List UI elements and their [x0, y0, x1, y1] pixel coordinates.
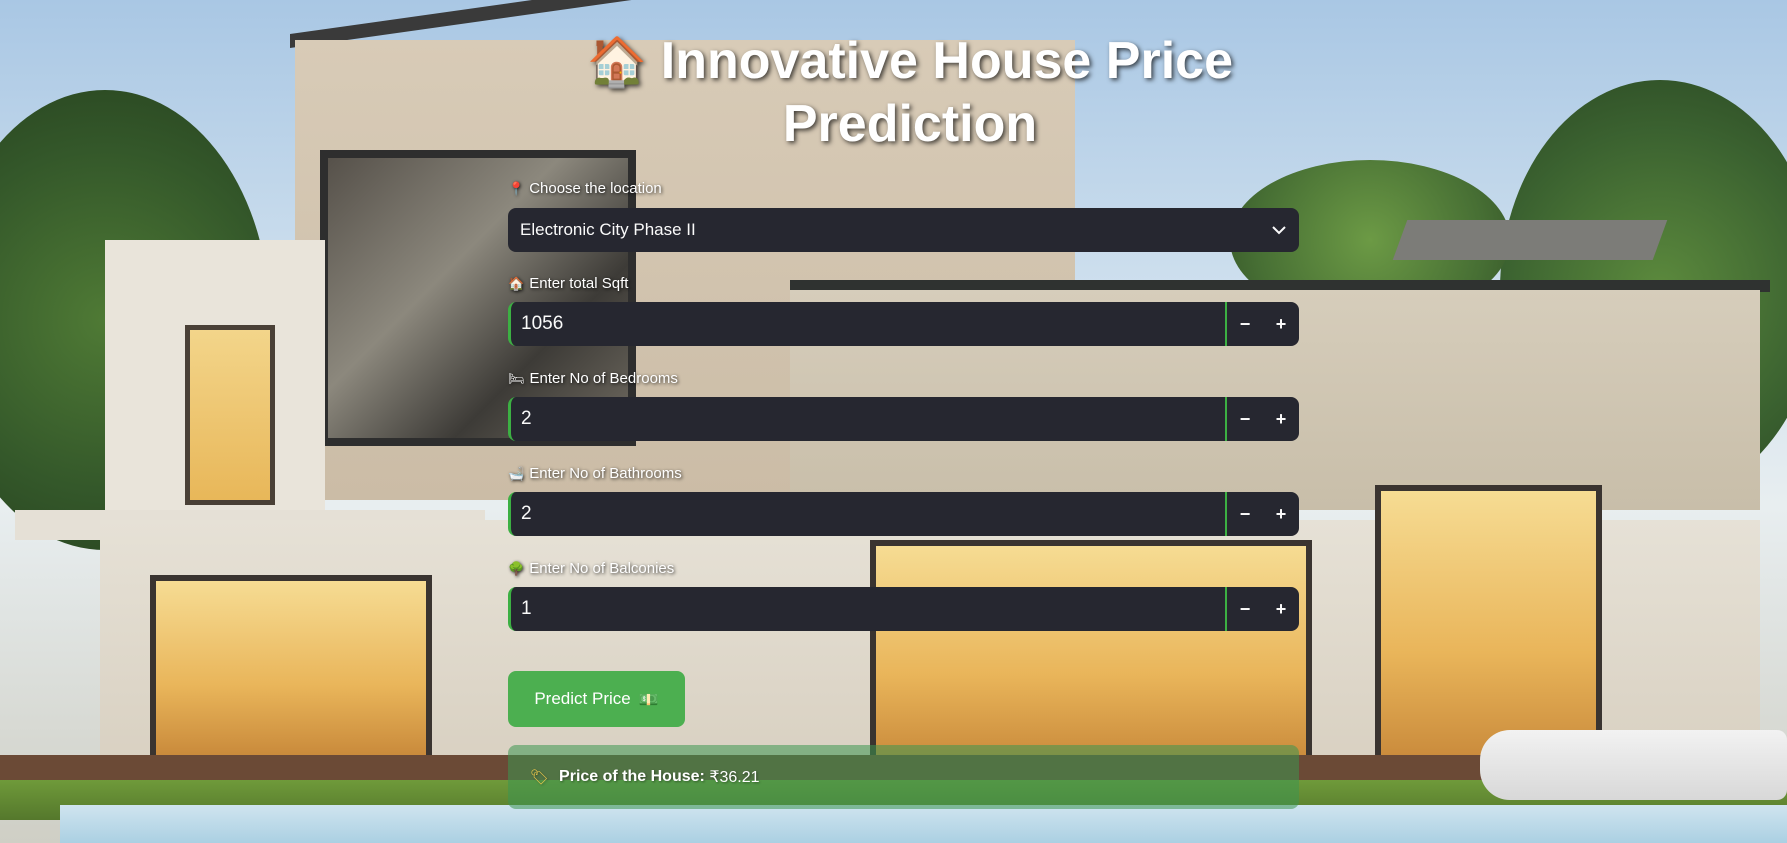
result-value: ₹36.21	[709, 769, 760, 786]
prediction-result-box: 🏷 Price of the House: ₹36.21	[508, 745, 1299, 809]
bathrooms-increment-button[interactable]: +	[1263, 492, 1299, 536]
location-select-value: Electronic City Phase II	[520, 220, 696, 239]
bathrooms-label-text: Enter No of Bathrooms	[529, 465, 682, 482]
house-icon: 🏠	[508, 277, 525, 292]
balconies-label: 🌳 Enter No of Balconies	[508, 560, 674, 577]
tree-icon: 🌳	[508, 562, 525, 577]
location-select[interactable]: Electronic City Phase II	[508, 208, 1299, 252]
balconies-increment-button[interactable]: +	[1263, 587, 1299, 631]
page-title: 🏠 Innovative House Price Prediction	[560, 30, 1260, 155]
balconies-input[interactable]: 1 − +	[508, 587, 1299, 631]
sqft-label: 🏠 Enter total Sqft	[508, 275, 628, 292]
bedrooms-decrement-button[interactable]: −	[1227, 397, 1263, 441]
house-emoji-icon: 🏠	[587, 34, 647, 90]
bedrooms-input[interactable]: 2 − +	[508, 397, 1299, 441]
bedrooms-increment-button[interactable]: +	[1263, 397, 1299, 441]
page-title-text: Innovative House Price Prediction	[660, 32, 1233, 153]
tag-icon: 🏷	[530, 768, 550, 786]
bathrooms-decrement-button[interactable]: −	[1227, 492, 1263, 536]
balconies-label-text: Enter No of Balconies	[529, 560, 675, 577]
bedrooms-label: 🛏 Enter No of Bedrooms	[508, 370, 678, 387]
sqft-input[interactable]: 1056 − +	[508, 302, 1299, 346]
pin-icon: 📍	[508, 182, 525, 197]
predict-price-button-label: Predict Price	[534, 689, 631, 708]
sqft-input-value[interactable]: 1056	[511, 302, 1225, 346]
bathrooms-label: 🛁 Enter No of Bathrooms	[508, 465, 682, 482]
sqft-label-text: Enter total Sqft	[529, 275, 629, 292]
balconies-input-value[interactable]: 1	[511, 587, 1225, 631]
chevron-down-icon[interactable]	[1259, 208, 1299, 252]
predict-price-button[interactable]: Predict Price 💵	[508, 671, 685, 727]
bathrooms-input-value[interactable]: 2	[511, 492, 1225, 536]
bed-icon: 🛏	[508, 372, 525, 387]
bedrooms-input-value[interactable]: 2	[511, 397, 1225, 441]
sqft-increment-button[interactable]: +	[1263, 302, 1299, 346]
bedrooms-label-text: Enter No of Bedrooms	[529, 370, 678, 387]
result-label: Price of the House:	[559, 768, 705, 785]
bathtub-icon: 🛁	[508, 467, 525, 482]
money-icon: 💵	[638, 689, 659, 709]
location-label: 📍 Choose the location	[508, 180, 662, 197]
sqft-decrement-button[interactable]: −	[1227, 302, 1263, 346]
balconies-decrement-button[interactable]: −	[1227, 587, 1263, 631]
bathrooms-input[interactable]: 2 − +	[508, 492, 1299, 536]
location-label-text: Choose the location	[529, 180, 662, 197]
